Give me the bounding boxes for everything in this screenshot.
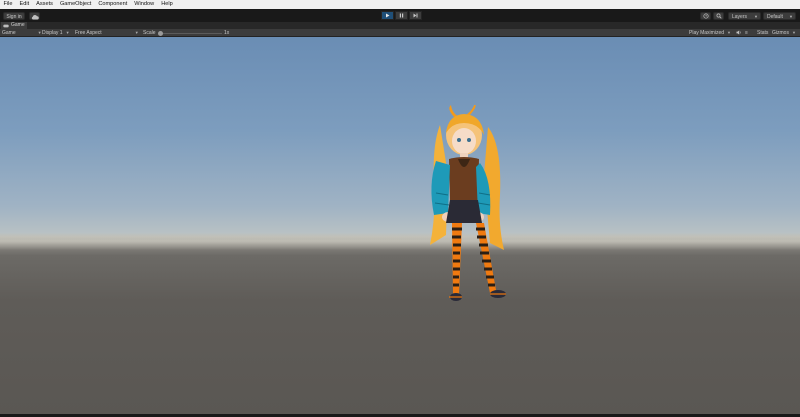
aspect-label: Free Aspect: [75, 30, 102, 36]
layers-dropdown[interactable]: Layers ▼: [728, 11, 761, 20]
game-view-toolbar: Game ▼ Display 1 ▼ Free Aspect ▼ Scale 1x P…: [0, 29, 800, 37]
pause-icon: [399, 13, 404, 18]
game-viewport[interactable]: [0, 37, 800, 414]
cloud-icon: [31, 14, 39, 19]
play-button[interactable]: [381, 11, 394, 20]
display-dropdown[interactable]: Display 1 ▼: [42, 29, 70, 37]
playmode-controls: [381, 11, 422, 20]
layers-label: Layers: [732, 13, 748, 20]
audio-mute-toggle[interactable]: [736, 29, 742, 37]
menu-assets[interactable]: Assets: [33, 0, 57, 9]
sign-in-button[interactable]: Sign in: [3, 11, 25, 20]
view-dropdown[interactable]: Game ▼: [2, 29, 42, 37]
aspect-dropdown[interactable]: Free Aspect ▼: [75, 29, 139, 37]
menu-icon[interactable]: ≡: [745, 29, 748, 37]
scale-slider-handle[interactable]: [158, 30, 163, 36]
layout-label: Default: [767, 13, 783, 20]
play-maximized-label: Play Maximized: [689, 30, 725, 36]
menu-component[interactable]: Component: [95, 0, 131, 9]
main-toolbar: Sign in Layers ▼ Default ▼: [0, 9, 800, 22]
chevron-down-icon: ▼: [727, 30, 731, 35]
play-maximized-dropdown[interactable]: Play Maximized ▼: [689, 29, 731, 37]
character-model: [430, 105, 506, 301]
display-label: Display 1: [42, 30, 63, 36]
menu-help[interactable]: Help: [158, 0, 177, 9]
gizmos-label: Gizmos: [772, 30, 789, 36]
view-label: Game: [2, 30, 16, 36]
menu-file[interactable]: File: [0, 0, 16, 9]
chevron-down-icon: ▼: [791, 30, 796, 35]
audio-icon: [736, 30, 741, 35]
tab-bar: Game: [0, 22, 800, 29]
menu-window[interactable]: Window: [131, 0, 158, 9]
play-icon: [386, 13, 390, 18]
gizmos-dropdown[interactable]: Gizmos ▼: [772, 29, 796, 37]
scale-label: Scale: [143, 30, 156, 36]
chevron-down-icon: ▼: [37, 30, 42, 35]
pause-button[interactable]: [395, 11, 408, 20]
layout-dropdown[interactable]: Default ▼: [763, 11, 796, 20]
step-icon: [413, 13, 418, 18]
search-icon: [716, 13, 722, 19]
chevron-down-icon: ▼: [65, 30, 70, 35]
cloud-button[interactable]: [29, 11, 40, 20]
history-button[interactable]: [700, 11, 711, 20]
tab-game[interactable]: Game: [1, 22, 27, 29]
stats-button[interactable]: Stats: [757, 29, 768, 37]
chevron-down-icon: ▼: [134, 30, 139, 35]
game-controller-icon: [3, 24, 9, 27]
menu-gameobject[interactable]: GameObject: [56, 0, 94, 9]
search-button[interactable]: [713, 11, 724, 20]
step-button[interactable]: [409, 11, 422, 20]
chevron-down-icon: ▼: [789, 13, 793, 19]
history-icon: [702, 13, 709, 19]
scale-slider-track[interactable]: [160, 32, 222, 34]
chevron-down-icon: ▼: [754, 13, 758, 19]
tab-game-label: Game: [11, 22, 25, 28]
scale-value: 1x: [224, 30, 230, 36]
menu-bar: File Edit Assets GameObject Component Wi…: [0, 0, 800, 9]
menu-edit[interactable]: Edit: [16, 0, 33, 9]
horizon-haze: [0, 232, 800, 250]
